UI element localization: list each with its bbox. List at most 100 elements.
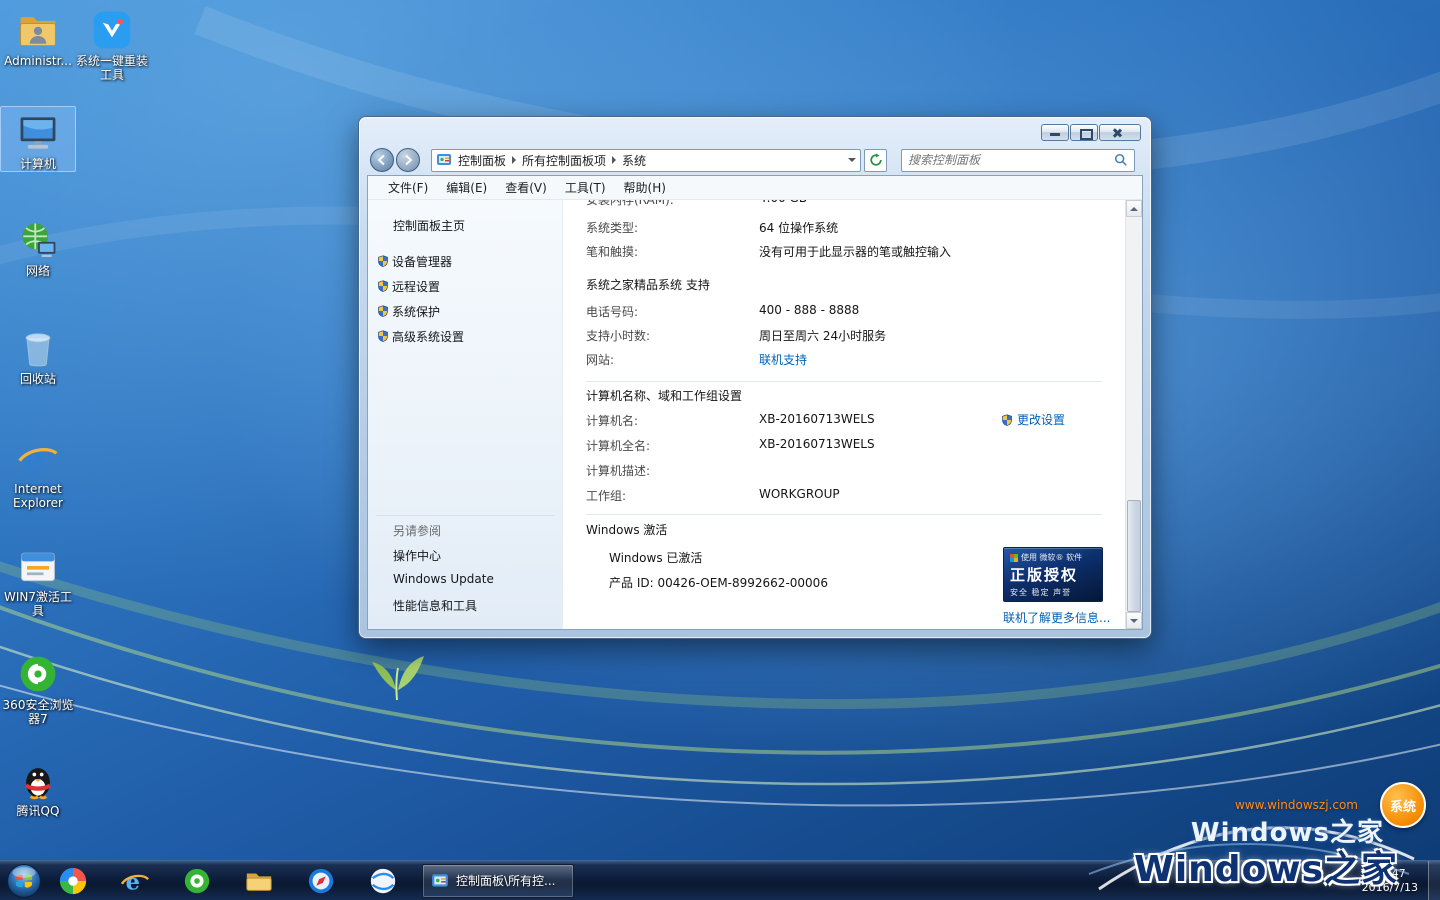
sidebar-item-device-manager[interactable]: 设备管理器 [392,253,452,270]
compass-icon [306,866,336,896]
hours-label: 支持小时数: [586,327,650,344]
close-button[interactable] [1099,124,1141,141]
breadcrumb-all-items[interactable]: 所有控制面板项 [516,152,612,169]
colorful-orb-icon [58,866,88,896]
uac-shield-icon [377,330,389,342]
chevron-down-icon[interactable] [848,158,856,162]
uac-shield-icon [1001,414,1013,426]
navigation-bar: 控制面板 所有控制面板项 系统 [367,145,1143,175]
scrollbar-thumb[interactable] [1127,500,1141,612]
breadcrumb-control-panel[interactable]: 控制面板 [452,152,512,169]
activator-icon [16,544,60,588]
reinstall-tool-icon [90,8,134,52]
triangle-up-icon [1130,207,1138,211]
svg-text:e: e [126,869,140,895]
search-icon [1114,153,1128,167]
taskbar-pinned-ie[interactable]: e [104,866,166,896]
desktop-icon-network[interactable]: 网络 [0,214,76,278]
desktop-icon-internet-explorer[interactable]: e Internet Explorer [0,432,76,510]
sidebar-item-performance[interactable]: 性能信息和工具 [393,597,477,614]
sidebar-separator [376,515,554,516]
caption-buttons [1041,124,1141,141]
icon-label: 网络 [26,264,50,278]
forward-button[interactable] [396,148,420,172]
globe-icon [368,866,398,896]
maximize-button[interactable] [1070,124,1098,141]
refresh-icon [869,153,883,167]
pen-touch-value: 没有可用于此显示器的笔或触控输入 [759,243,951,260]
menu-file[interactable]: 文件(F) [379,176,437,199]
triangle-down-icon [1130,619,1138,623]
change-settings-link[interactable]: 更改设置 [1001,411,1065,428]
desktop-icon-reinstall-tool[interactable]: 系统一键重装工具 [74,4,150,82]
clock-time: 14:47 [1362,867,1418,881]
desktop-icon-360-browser[interactable]: 360安全浏览器7 [0,648,76,726]
change-settings-label: 更改设置 [1017,411,1065,428]
show-desktop-button[interactable] [1428,861,1440,900]
window-body: 控制面板主页 设备管理器 远程设置 系统保护 高级系统设置 另请参阅 操作中心 … [368,200,1142,629]
menu-help[interactable]: 帮助(H) [615,176,675,199]
hours-value: 周日至周六 24小时服务 [759,327,886,344]
sidebar-item-control-panel-home[interactable]: 控制面板主页 [393,217,465,234]
support-section-title: 系统之家精品系统 支持 [586,276,710,293]
desktop-icon-recycle-bin[interactable]: 回收站 [0,322,76,386]
uac-shield-icon [377,255,389,267]
computer-name-section-title: 计算机名称、域和工作组设置 [586,387,742,404]
windows-flag-icon [1010,554,1018,562]
ie-icon: e [16,436,60,480]
sidebar-item-remote-settings[interactable]: 远程设置 [392,278,440,295]
taskbar-task-control-panel[interactable]: 控制面板\所有控... [422,864,574,898]
icon-label: 计算机 [20,157,56,171]
recycle-bin-icon [16,326,60,370]
menu-edit[interactable]: 编辑(E) [437,176,496,199]
section-divider [586,514,1102,515]
system-type-label: 系统类型: [586,219,638,236]
desktop-icon-qq[interactable]: 腾讯QQ [0,754,76,818]
search-input[interactable] [908,153,1114,167]
desktop-icon-administrator[interactable]: Administr... [0,4,76,68]
badge-main-text: 正版授权 [1010,564,1096,585]
vertical-scrollbar[interactable] [1125,200,1142,629]
ie-icon: e [120,866,150,896]
scroll-up-button[interactable] [1126,200,1142,217]
activation-section-title: Windows 激活 [586,521,667,538]
sidebar-item-windows-update[interactable]: Windows Update [393,572,494,586]
menu-view[interactable]: 查看(V) [496,176,556,199]
genuine-software-badge[interactable]: 使用 微软® 软件 正版授权 安全 稳定 声誉 [1003,547,1103,602]
icon-label: 360安全浏览器7 [1,698,75,726]
uac-shield-icon [377,280,389,292]
network-icon [16,218,60,262]
sidebar-item-system-protection[interactable]: 系统保护 [392,303,440,320]
back-button[interactable] [370,148,394,172]
search-box [901,149,1135,172]
see-also-heading: 另请参阅 [393,522,441,539]
system-window: 控制面板 所有控制面板项 系统 [359,117,1151,638]
sidebar-item-advanced-settings[interactable]: 高级系统设置 [392,328,464,345]
menu-tools[interactable]: 工具(T) [556,176,615,199]
forward-arrow-icon [402,154,414,166]
online-support-link[interactable]: 联机支持 [759,351,807,368]
desktop: Administr... 系统一键重装工具 计算机 网络 [0,0,1440,900]
desktop-icon-win7-activator[interactable]: WIN7激活工具 [0,540,76,618]
desktop-icon-computer[interactable]: 计算机 [0,106,76,172]
refresh-button[interactable] [864,149,887,172]
taskbar-pinned-globe-browser[interactable] [352,866,414,896]
taskbar-pinned-compass-browser[interactable] [290,866,352,896]
start-button[interactable] [6,863,42,899]
breadcrumb-system[interactable]: 系统 [616,152,652,169]
phone-value: 400 - 888 - 8888 [759,303,859,317]
tray-clock[interactable]: 14:47 2016/7/13 [1352,867,1428,895]
system-info-panel: 安装内存(RAM): 4.00 GB 系统类型: 64 位操作系统 笔和触摸: … [563,200,1125,629]
description-label: 计算机描述: [586,462,650,479]
taskbar-pinned-360-browser[interactable] [166,866,228,896]
taskbar-pinned-colorful-orb[interactable] [42,866,104,896]
learn-more-link[interactable]: 联机了解更多信息... [1003,609,1110,626]
taskbar-pinned-explorer[interactable] [228,866,290,896]
minimize-button[interactable] [1041,124,1069,141]
svg-text:e: e [24,441,44,477]
360-browser-icon [182,866,212,896]
scroll-down-button[interactable] [1126,612,1142,629]
sidebar-item-action-center[interactable]: 操作中心 [393,547,441,564]
ram-label: 安装内存(RAM): [586,200,674,208]
clock-date: 2016/7/13 [1362,881,1418,895]
